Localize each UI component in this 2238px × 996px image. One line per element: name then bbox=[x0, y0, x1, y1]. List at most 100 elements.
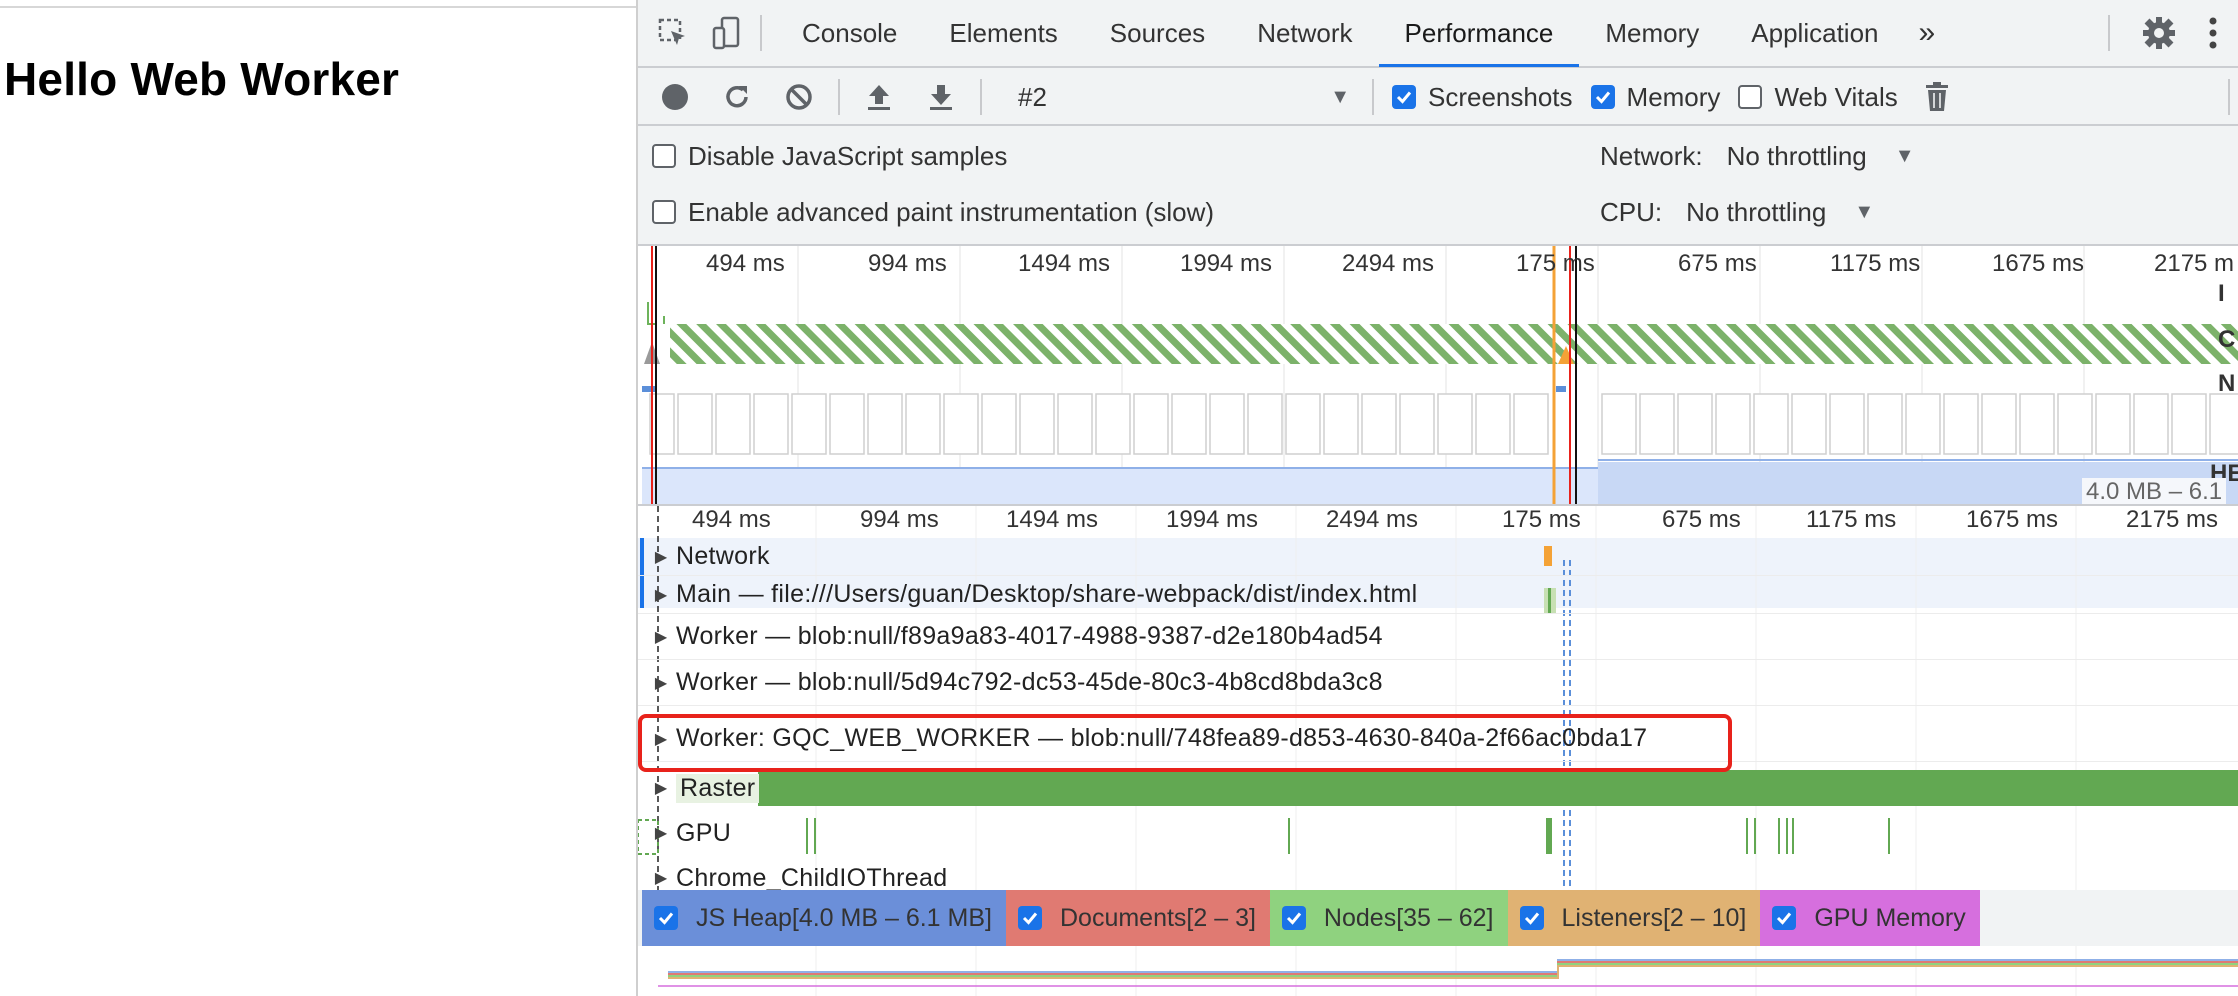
timeline-tick: 2494 ms bbox=[1326, 506, 1419, 533]
checkmark-icon bbox=[1281, 906, 1306, 930]
devtools-panel: Console Elements Sources Network Perform… bbox=[636, 0, 2238, 996]
tab-console[interactable]: Console bbox=[776, 0, 923, 67]
settings-gear-icon[interactable] bbox=[2140, 14, 2178, 52]
track-network[interactable]: ▶ Network bbox=[638, 538, 2238, 576]
track-label: Chrome_ChildIOThread bbox=[676, 863, 948, 891]
legend-documents[interactable]: Documents[2 – 3] bbox=[1005, 890, 1270, 946]
timeline-tick: 1675 ms bbox=[1966, 506, 2059, 533]
legend-label: Nodes[35 – 62] bbox=[1323, 903, 1494, 932]
track-gpu[interactable]: ▶ GPU bbox=[638, 810, 2238, 856]
track-worker[interactable]: ▶ Worker — blob:null/5d94c792-dc53-45de-… bbox=[638, 660, 2238, 706]
expand-arrow-icon[interactable]: ▶ bbox=[646, 585, 676, 605]
track-worker[interactable]: ▶ Worker — blob:null/f89a9a83-4017-4988-… bbox=[638, 614, 2238, 660]
legend-listeners[interactable]: Listeners[2 – 10] bbox=[1507, 890, 1761, 946]
screenshots-label: Screenshots bbox=[1428, 81, 1573, 112]
settings-row-js: Disable JavaScript samples Network: No t… bbox=[638, 128, 2238, 184]
checkmark-icon bbox=[1772, 906, 1797, 930]
page-top-rule bbox=[0, 0, 636, 8]
overview-lane-label: C bbox=[2218, 326, 2236, 353]
network-throttling-label: Network: bbox=[1600, 140, 1703, 171]
recording-select-value: #2 bbox=[1018, 81, 1047, 112]
enable-paint-checkbox[interactable]: Enable advanced paint instrumentation (s… bbox=[652, 197, 1214, 228]
network-throttling[interactable]: Network: No throttling ▼ bbox=[1600, 141, 1915, 172]
chevron-down-icon: ▼ bbox=[1854, 200, 1875, 223]
disable-js-samples-label: Disable JavaScript samples bbox=[688, 140, 1008, 171]
track-child-io[interactable]: ▶ Chrome_ChildIOThread bbox=[638, 858, 2238, 891]
overview-lane-label: I bbox=[2218, 280, 2225, 307]
overview-graphics bbox=[642, 246, 2238, 504]
timeline-tick: 1494 ms bbox=[1006, 506, 1099, 533]
upload-icon[interactable] bbox=[854, 72, 904, 122]
cpu-throttling-label: CPU: bbox=[1600, 196, 1663, 227]
tab-application[interactable]: Application bbox=[1725, 0, 1904, 67]
overview-tick: 994 ms bbox=[868, 250, 947, 277]
expand-arrow-icon[interactable]: ▶ bbox=[646, 673, 676, 693]
checkbox-empty-icon bbox=[1738, 85, 1763, 109]
legend-nodes[interactable]: Nodes[35 – 62] bbox=[1269, 890, 1508, 946]
settings-row-paint: Enable advanced paint instrumentation (s… bbox=[638, 184, 2238, 240]
overview-tick: 1675 ms bbox=[1992, 250, 2085, 277]
legend-label: JS Heap[4.0 MB – 6.1 MB] bbox=[696, 903, 992, 932]
enable-paint-label: Enable advanced paint instrumentation (s… bbox=[688, 196, 1215, 227]
record-icon[interactable] bbox=[650, 72, 700, 122]
timeline-tracks[interactable]: 494 ms 994 ms 1494 ms 1994 ms 2494 ms 17… bbox=[638, 506, 2238, 890]
tab-sources[interactable]: Sources bbox=[1084, 0, 1231, 67]
timeline-tick: 494 ms bbox=[692, 506, 771, 533]
tab-elements[interactable]: Elements bbox=[923, 0, 1083, 67]
expand-arrow-icon[interactable]: ▶ bbox=[646, 868, 676, 888]
overview-tick: 175 ms bbox=[1516, 250, 1595, 277]
legend-label: Documents[2 – 3] bbox=[1059, 903, 1256, 932]
track-raster[interactable]: ▶ Raster bbox=[638, 768, 2238, 808]
expand-arrow-icon[interactable]: ▶ bbox=[646, 547, 676, 567]
toolbar-divider bbox=[2228, 79, 2230, 115]
screenshot-thumbnails bbox=[649, 393, 2238, 455]
expand-arrow-icon[interactable]: ▶ bbox=[646, 627, 676, 647]
legend-gpu-memory[interactable]: GPU Memory bbox=[1760, 890, 1980, 946]
download-icon[interactable] bbox=[916, 72, 966, 122]
highlight-annotation-box bbox=[638, 714, 1732, 772]
reload-icon[interactable] bbox=[712, 72, 762, 122]
memory-checkbox[interactable]: Memory bbox=[1590, 82, 1720, 113]
web-vitals-checkbox[interactable]: Web Vitals bbox=[1738, 81, 1898, 113]
tab-performance[interactable]: Performance bbox=[1378, 0, 1580, 67]
kebab-menu-icon[interactable] bbox=[2194, 14, 2232, 52]
cpu-throttling[interactable]: CPU: No throttling ▼ bbox=[1600, 197, 1874, 228]
timeline-tick: 2175 ms bbox=[2126, 506, 2219, 533]
expand-arrow-icon[interactable]: ▶ bbox=[646, 778, 676, 798]
devtools-tabbar: Console Elements Sources Network Perform… bbox=[638, 0, 2238, 68]
legend-js-heap[interactable]: JS Heap[4.0 MB – 6.1 MB] bbox=[642, 890, 1006, 946]
track-label: Worker — blob:null/5d94c792-dc53-45de-80… bbox=[676, 668, 1383, 696]
checkbox-empty-icon bbox=[652, 200, 676, 224]
track-label: Network bbox=[676, 542, 770, 570]
timeline-tick: 175 ms bbox=[1502, 506, 1581, 533]
checkmark-icon bbox=[1590, 85, 1615, 109]
overview-tick: 1494 ms bbox=[1018, 250, 1111, 277]
overview-tick: 1175 ms bbox=[1830, 250, 1921, 277]
more-tabs-button[interactable]: » bbox=[1905, 16, 1950, 50]
tab-network[interactable]: Network bbox=[1231, 0, 1378, 67]
memory-counters-graph bbox=[638, 946, 2238, 996]
clear-icon[interactable] bbox=[774, 72, 824, 122]
web-vitals-label: Web Vitals bbox=[1774, 81, 1898, 112]
toolbar-divider bbox=[980, 79, 982, 115]
disable-js-samples-checkbox[interactable]: Disable JavaScript samples bbox=[652, 141, 1007, 172]
trash-icon[interactable] bbox=[1912, 72, 1962, 122]
overview-tick: 675 ms bbox=[1678, 250, 1757, 277]
timeline-overview[interactable]: 494 ms 994 ms 1494 ms 1994 ms 2494 ms 17… bbox=[638, 244, 2238, 506]
memory-counters-legend: JS Heap[4.0 MB – 6.1 MB] Documents[2 – 3… bbox=[642, 890, 1980, 946]
toolbar-divider bbox=[838, 79, 840, 115]
expand-arrow-icon[interactable]: ▶ bbox=[646, 823, 676, 843]
overview-lane-label: N bbox=[2218, 370, 2236, 397]
tab-memory[interactable]: Memory bbox=[1579, 0, 1725, 67]
inspect-element-icon[interactable] bbox=[654, 14, 692, 52]
device-toolbar-icon[interactable] bbox=[708, 14, 746, 52]
screenshots-checkbox[interactable]: Screenshots bbox=[1392, 82, 1573, 113]
toolbar-divider bbox=[2108, 15, 2110, 51]
track-label: Raster bbox=[676, 773, 760, 803]
page-title: Hello Web Worker bbox=[4, 53, 400, 105]
recording-select[interactable]: #2 ▼ bbox=[1018, 82, 1358, 113]
overview-tick: 494 ms bbox=[706, 250, 785, 277]
checkmark-icon bbox=[1392, 85, 1416, 109]
track-main[interactable]: ▶ Main — file:///Users/guan/Desktop/shar… bbox=[638, 576, 2238, 614]
toolbar-divider bbox=[1372, 79, 1374, 115]
